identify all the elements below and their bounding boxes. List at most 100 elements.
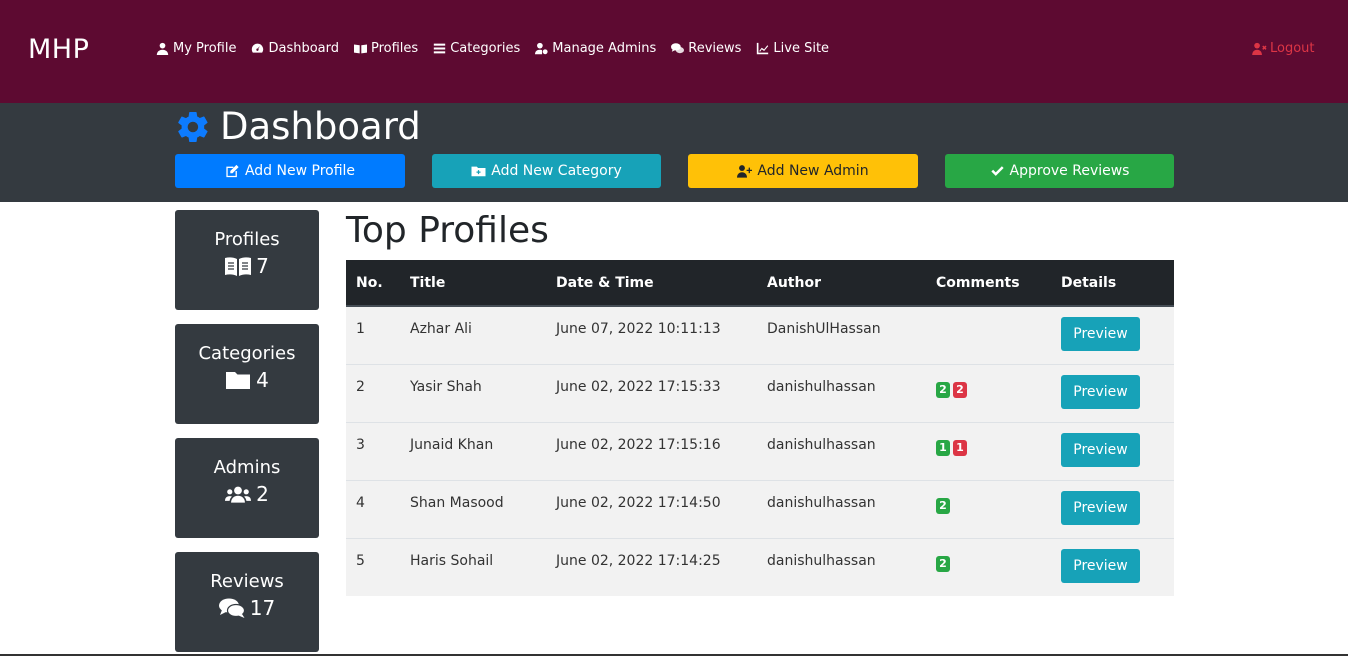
card-profiles-value: 7 [256,254,269,278]
row-title: Yasir Shah [400,363,546,422]
row-no: 4 [346,479,400,538]
row-details: Preview [1051,363,1174,422]
approved-comments-badge: 2 [936,555,950,572]
row-author: danishulhassan [757,479,926,538]
col-comments: Comments [926,260,1051,307]
row-comments [926,305,1051,364]
add-category-label: Add New Category [491,163,622,179]
row-datetime: June 02, 2022 17:14:50 [546,479,757,538]
row-comments: 2 [926,479,1051,538]
add-profile-button[interactable]: Add New Profile [175,154,405,188]
table-row: 2 Yasir Shah June 02, 2022 17:15:33 dani… [346,363,1174,422]
preview-button[interactable]: Preview [1061,432,1140,467]
nav-live-site-label: Live Site [773,41,830,56]
pending-comments-badge: 2 [953,381,967,398]
row-author: danishulhassan [757,537,926,596]
row-title: Junaid Khan [400,421,546,480]
card-profiles-label: Profiles [214,229,280,250]
row-no: 5 [346,537,400,596]
nav-my-profile-label: My Profile [173,41,237,56]
row-author: DanishUlHassan [757,305,926,364]
card-reviews[interactable]: Reviews 17 [175,552,319,652]
nav-categories-label: Categories [450,41,521,56]
check-icon [990,166,1004,176]
col-author: Author [757,260,926,307]
col-title: Title [400,260,546,307]
row-no: 2 [346,363,400,422]
nav-manage-admins[interactable]: Manage Admins [535,41,656,56]
row-title: Azhar Ali [400,305,546,364]
row-title: Shan Masood [400,479,546,538]
card-reviews-value: 17 [249,596,276,620]
add-category-button[interactable]: Add New Category [432,154,661,188]
col-no: No. [346,260,400,307]
nav-reviews-label: Reviews [688,41,742,56]
brand-logo[interactable]: MHP [28,34,89,65]
row-datetime: June 02, 2022 17:14:25 [546,537,757,596]
card-profiles[interactable]: Profiles 7 [175,210,319,310]
book-icon [225,257,252,276]
row-comments: 22 [926,363,1051,422]
row-datetime: June 02, 2022 17:15:33 [546,363,757,422]
list-icon [434,43,446,54]
add-profile-label: Add New Profile [244,163,356,179]
page-title: Dashboard [175,105,421,148]
comments-icon [218,598,245,618]
dashboard-header: Dashboard Add New Profile Add New Catego… [0,103,1348,202]
row-details: Preview [1051,305,1174,364]
folder-icon [226,372,251,389]
top-navbar: MHP My Profile Dashboard Profiles Catego… [0,0,1348,103]
card-categories-value: 4 [256,368,269,392]
nav-live-site[interactable]: Live Site [756,41,829,56]
page-title-text: Dashboard [220,105,421,148]
cog-icon [178,111,208,142]
row-author: danishulhassan [757,363,926,422]
edit-icon [226,164,239,178]
col-datetime: Date & Time [546,260,757,307]
preview-button[interactable]: Preview [1061,374,1140,409]
nav-categories[interactable]: Categories [433,41,520,56]
pending-comments-badge: 1 [953,439,967,456]
logout-link[interactable]: Logout [1252,41,1315,56]
table-row: 1 Azhar Ali June 07, 2022 10:11:13 Danis… [346,305,1174,364]
row-details: Preview [1051,421,1174,480]
card-admins-label: Admins [213,457,281,478]
nav-reviews[interactable]: Reviews [671,41,741,56]
nav-dashboard[interactable]: Dashboard [251,41,339,56]
table-row: 5 Haris Sohail June 02, 2022 17:14:25 da… [346,537,1174,596]
approved-comments-badge: 2 [936,497,950,514]
preview-button[interactable]: Preview [1061,317,1140,351]
row-comments: 2 [926,537,1051,596]
section-title: Top Profiles [346,210,549,251]
card-categories[interactable]: Categories 4 [175,324,319,424]
table-header-row: No. Title Date & Time Author Comments De… [346,260,1174,307]
tachometer-icon [252,43,264,53]
approve-reviews-label: Approve Reviews [1009,163,1130,179]
card-categories-label: Categories [198,343,296,364]
card-admins[interactable]: Admins 2 [175,438,319,538]
row-author: danishulhassan [757,421,926,480]
nav-profiles[interactable]: Profiles [354,41,418,56]
book-open-icon [354,44,367,54]
logout-label: Logout [1270,41,1315,56]
row-datetime: June 07, 2022 10:11:13 [546,305,757,364]
preview-button[interactable]: Preview [1061,548,1140,583]
nav-dashboard-label: Dashboard [268,41,339,56]
approved-comments-badge: 1 [936,439,950,456]
nav-manage-admins-label: Manage Admins [552,41,657,56]
row-no: 1 [346,305,400,364]
preview-button[interactable]: Preview [1061,490,1140,525]
add-admin-label: Add New Admin [757,163,869,179]
add-admin-button[interactable]: Add New Admin [688,154,918,188]
folder-plus-icon [471,166,486,177]
approve-reviews-button[interactable]: Approve Reviews [945,154,1174,188]
col-details: Details [1051,260,1174,307]
nav-profiles-label: Profiles [371,41,419,56]
nav-links: My Profile Dashboard Profiles Categories… [156,41,829,56]
row-datetime: June 02, 2022 17:15:16 [546,421,757,480]
card-reviews-label: Reviews [210,571,284,592]
nav-my-profile[interactable]: My Profile [156,41,236,56]
row-comments: 11 [926,421,1051,480]
table-row: 4 Shan Masood June 02, 2022 17:14:50 dan… [346,479,1174,538]
row-details: Preview [1051,479,1174,538]
